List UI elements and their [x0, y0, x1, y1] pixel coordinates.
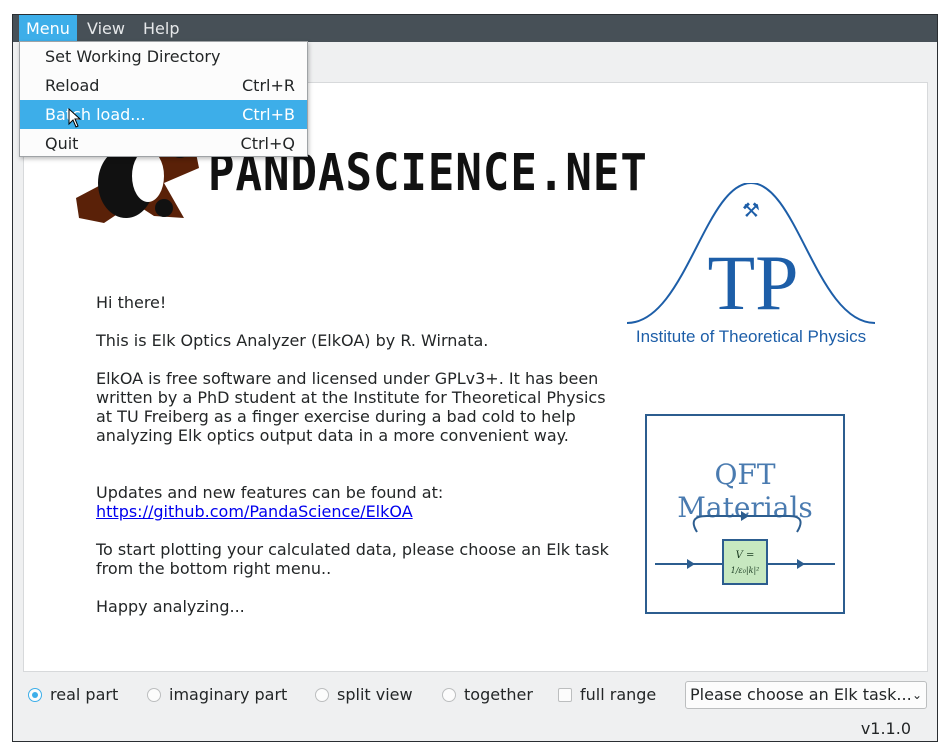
welcome-text: Hi there! This is Elk Optics Analyzer (E… — [96, 293, 616, 635]
radio-imaginary-part[interactable]: imaginary part — [143, 685, 287, 705]
qft-formula-top: V = — [736, 550, 755, 561]
closing-text: Happy analyzing... — [96, 597, 245, 616]
menu-menu[interactable]: Menu — [19, 15, 77, 42]
intro-text: This is Elk Optics Analyzer (ElkOA) by R… — [96, 331, 489, 350]
github-link[interactable]: https://github.com/PandaScience/ElkOA — [96, 502, 413, 521]
elk-task-select[interactable]: Please choose an Elk task... ⌄ — [685, 681, 927, 709]
radio-indicator — [147, 688, 161, 702]
description-text: ElkOA is free software and licensed unde… — [96, 369, 606, 445]
menu-item-batch-load[interactable]: Batch load... Ctrl+B — [20, 100, 307, 129]
radio-label: imaginary part — [169, 685, 288, 704]
bottom-toolbar: real part imaginary part split view toge… — [13, 675, 937, 713]
version-label: v1.1.0 — [860, 719, 911, 738]
checkbox-box — [558, 688, 572, 702]
menu-help[interactable]: Help — [136, 15, 186, 42]
hammer-pick-icon: ⚒ — [742, 198, 760, 222]
itp-caption: Institute of Theoretical Physics — [635, 327, 867, 346]
mouse-cursor-icon — [68, 108, 82, 128]
radio-indicator — [28, 688, 42, 702]
updates-label: Updates and new features can be found at… — [96, 483, 444, 502]
radio-split-view[interactable]: split view — [311, 685, 413, 705]
qft-formula-bottom: 1/ε₀|k|² — [731, 566, 760, 575]
menu-item-quit[interactable]: Quit Ctrl+Q — [20, 129, 307, 158]
menu-item-reload[interactable]: Reload Ctrl+R — [20, 71, 307, 100]
qft-materials-logo: QFT Materials V = 1/ε₀|k|² — [645, 414, 845, 614]
greeting-text: Hi there! — [96, 293, 167, 312]
radio-label: real part — [50, 685, 119, 704]
select-value: Please choose an Elk task... — [690, 685, 912, 704]
menubar: Menu View Help — [13, 15, 937, 42]
menu-dropdown: Set Working Directory Reload Ctrl+R Batc… — [19, 41, 308, 157]
chevron-down-icon: ⌄ — [911, 688, 922, 702]
menu-item-set-working-directory[interactable]: Set Working Directory — [20, 42, 307, 71]
radio-indicator — [315, 688, 329, 702]
radio-label: split view — [337, 685, 413, 704]
instructions-text: To start plotting your calculated data, … — [96, 540, 609, 578]
radio-real-part[interactable]: real part — [24, 685, 118, 705]
radio-label: together — [464, 685, 533, 704]
radio-together[interactable]: together — [438, 685, 533, 705]
feynman-diagram-icon: V = 1/ε₀|k|² — [655, 511, 835, 585]
full-range-checkbox[interactable]: full range — [554, 685, 656, 705]
radio-indicator — [442, 688, 456, 702]
checkbox-label: full range — [580, 685, 657, 704]
welcome-panel: PANDASCIENCE.NET Hi there! This is Elk O… — [23, 82, 928, 672]
itp-letters: TP — [707, 239, 798, 326]
menu-view[interactable]: View — [80, 15, 132, 42]
